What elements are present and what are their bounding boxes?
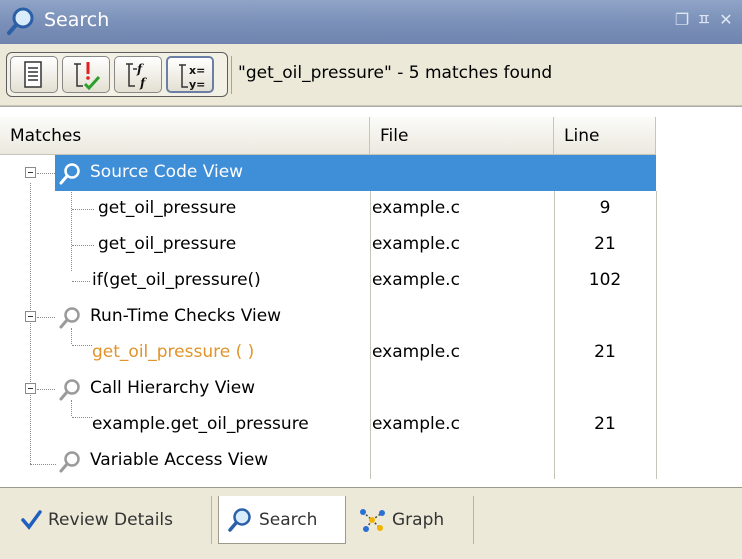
tab-label: Review Details	[48, 510, 173, 530]
svg-text:x=: x=	[189, 64, 205, 77]
table-row[interactable]: if(get_oil_pressure() example.c 102	[0, 263, 657, 299]
search-status-text: "get_oil_pressure" - 5 matches found	[238, 63, 553, 83]
file-cell: example.c	[372, 342, 460, 362]
list-icon	[24, 61, 42, 88]
group-label: Variable Access View	[90, 450, 269, 470]
window-controls: ❐ ㅍ ✕	[674, 12, 734, 28]
bottom-tab-bar: Review Details Search Graph	[0, 487, 742, 559]
pin-icon[interactable]: ㅍ	[696, 12, 712, 28]
function-filter-icon: f f	[126, 62, 147, 90]
search-icon	[7, 7, 34, 35]
match-text: get_oil_pressure	[98, 198, 237, 218]
tab-search[interactable]: Search	[218, 496, 346, 544]
toolbar: f f x= y= "get_oil_pressure" - 5 matches…	[0, 44, 742, 106]
table-header: Matches File Line	[0, 117, 742, 155]
line-cell: 21	[594, 414, 616, 434]
window-titlebar: Search ❐ ㅍ ✕	[0, 0, 742, 44]
file-cell: example.c	[372, 198, 460, 218]
svg-text:y=: y=	[189, 78, 205, 91]
graph-icon	[360, 509, 385, 532]
match-text: example.get_oil_pressure	[92, 414, 309, 434]
table-row[interactable]: get_oil_pressure ( ) example.c 21	[0, 335, 657, 371]
search-icon	[228, 507, 251, 532]
group-label: Source Code View	[90, 162, 244, 182]
tab-label: Search	[259, 509, 318, 530]
line-cell: 21	[594, 234, 616, 254]
svg-text:f: f	[139, 76, 147, 90]
checkmark-icon	[21, 510, 42, 530]
filter-variables-button[interactable]: x= y=	[166, 56, 214, 93]
tab-label: Graph	[392, 510, 445, 530]
file-cell: example.c	[372, 270, 460, 290]
table-row[interactable]: Call Hierarchy View	[0, 371, 657, 407]
file-cell: example.c	[372, 414, 460, 434]
tab-graph[interactable]: Graph	[350, 496, 474, 544]
svg-text:f: f	[136, 62, 144, 76]
match-text: get_oil_pressure	[98, 234, 237, 254]
match-text: if(get_oil_pressure()	[92, 270, 261, 290]
variable-filter-icon: x= y=	[179, 64, 205, 91]
column-header-matches[interactable]: Matches	[0, 117, 370, 155]
show-results-list-button[interactable]	[10, 56, 58, 93]
table-row[interactable]: example.get_oil_pressure example.c 21	[0, 407, 657, 443]
table-row[interactable]: Run-Time Checks View	[0, 299, 657, 335]
check-filter-icon	[74, 62, 101, 90]
toolbar-button-group: f f x= y=	[6, 52, 228, 97]
group-label: Run-Time Checks View	[90, 306, 282, 326]
close-icon[interactable]: ✕	[718, 12, 734, 28]
collapse-icon[interactable]	[25, 383, 36, 394]
tab-review-details[interactable]: Review Details	[12, 496, 212, 544]
column-header-line[interactable]: Line	[554, 117, 656, 155]
search-icon	[59, 307, 80, 329]
collapse-icon[interactable]	[25, 311, 36, 322]
column-header-file[interactable]: File	[370, 117, 554, 155]
filter-checks-button[interactable]	[62, 56, 110, 93]
search-icon	[59, 163, 80, 185]
group-label: Call Hierarchy View	[90, 378, 256, 398]
filter-functions-button[interactable]: f f	[114, 56, 162, 93]
table-row[interactable]: get_oil_pressure example.c 21	[0, 227, 657, 263]
line-cell: 21	[594, 342, 616, 362]
collapse-icon[interactable]	[25, 167, 36, 178]
file-cell: example.c	[372, 234, 460, 254]
table-row[interactable]: Source Code View	[0, 155, 656, 191]
search-icon	[59, 451, 80, 473]
restore-icon[interactable]: ❐	[674, 12, 690, 28]
search-results-table: Matches File Line Source Code View get_o…	[0, 106, 742, 487]
line-cell: 102	[588, 270, 622, 290]
window-title: Search	[44, 9, 110, 31]
match-text: get_oil_pressure ( )	[92, 342, 255, 362]
toolbar-separator	[231, 56, 232, 94]
search-icon	[59, 379, 80, 401]
table-row[interactable]: get_oil_pressure example.c 9	[0, 191, 657, 227]
table-row[interactable]: Variable Access View	[0, 443, 657, 479]
line-cell: 9	[599, 198, 611, 218]
